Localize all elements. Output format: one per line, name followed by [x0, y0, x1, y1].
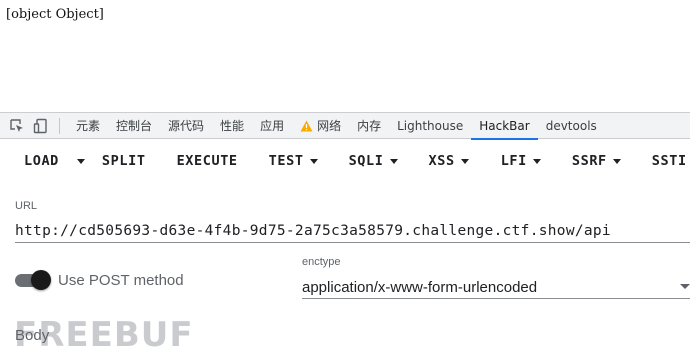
- test-menu-button[interactable]: TEST: [269, 143, 318, 179]
- tab-label: 控制台: [116, 118, 153, 133]
- chevron-down-icon: [389, 158, 398, 164]
- tab-label: 源代码: [168, 118, 205, 133]
- chevron-down-icon: [76, 158, 85, 164]
- toolbar-divider: [59, 117, 60, 134]
- xss-menu-button[interactable]: XSS: [429, 143, 469, 179]
- test-label: TEST: [268, 153, 304, 169]
- post-method-label: Use POST method: [58, 272, 184, 289]
- chevron-down-icon: [460, 158, 469, 164]
- warning-icon: [300, 120, 313, 132]
- load-button[interactable]: LOAD: [24, 143, 59, 179]
- load-menu-button[interactable]: [71, 143, 85, 179]
- lfi-label: LFI: [500, 153, 527, 169]
- tab-sources[interactable]: 源代码: [160, 113, 212, 139]
- tab-label: 应用: [260, 118, 285, 133]
- split-button[interactable]: SPLIT: [102, 143, 146, 179]
- toggle-thumb: [31, 270, 51, 290]
- lfi-menu-button[interactable]: LFI: [501, 143, 541, 179]
- url-label: URL: [15, 200, 38, 212]
- tab-performance[interactable]: 性能: [212, 113, 252, 139]
- chevron-down-icon: [612, 158, 621, 164]
- ssti-menu-button[interactable]: SSTI: [652, 143, 690, 179]
- tab-label: HackBar: [479, 118, 530, 133]
- page-output-text: [object Object]: [6, 7, 104, 22]
- tab-label: 元素: [76, 118, 101, 133]
- device-toolbar-icon[interactable]: [31, 116, 51, 136]
- chevron-down-icon: [309, 158, 318, 164]
- chevron-down-icon: [532, 158, 541, 164]
- enctype-label: enctype: [302, 256, 341, 268]
- execute-button[interactable]: EXECUTE: [177, 143, 238, 179]
- sqli-menu-button[interactable]: SQLI: [349, 143, 398, 179]
- post-method-toggle[interactable]: [15, 269, 51, 291]
- page-content: [object Object]: [0, 0, 690, 112]
- ssrf-label: SSRF: [571, 153, 607, 169]
- tab-label: 网络: [317, 118, 342, 133]
- tab-devtools[interactable]: devtools: [538, 113, 605, 139]
- tab-memory[interactable]: 内存: [349, 113, 389, 139]
- sqli-label: SQLI: [348, 153, 384, 169]
- tab-hackbar[interactable]: HackBar: [471, 113, 539, 140]
- ssrf-menu-button[interactable]: SSRF: [572, 143, 621, 179]
- url-underline: [15, 242, 690, 243]
- tab-label: Lighthouse: [397, 118, 464, 133]
- ssti-label: SSTI: [651, 153, 687, 169]
- tab-network[interactable]: 网络: [292, 113, 349, 139]
- tab-label: 性能: [220, 118, 245, 133]
- tab-label: devtools: [545, 118, 597, 133]
- devtools-tab-bar: 元素 控制台 源代码 性能 应用 网络 内存 Lighthouse HackBa…: [0, 112, 690, 140]
- enctype-value: application/x-www-form-urlencoded: [302, 278, 538, 296]
- hackbar-toolbar: LOAD SPLIT EXECUTE TEST SQLI XSS LFI SSR…: [0, 140, 690, 182]
- body-label: Body: [15, 327, 50, 344]
- url-input[interactable]: [15, 220, 690, 242]
- tab-lighthouse[interactable]: Lighthouse: [389, 113, 471, 139]
- xss-label: XSS: [428, 153, 455, 169]
- tab-label: 内存: [357, 118, 382, 133]
- inspect-element-icon[interactable]: [7, 116, 27, 136]
- tab-application[interactable]: 应用: [252, 113, 292, 139]
- enctype-select[interactable]: application/x-www-form-urlencoded: [302, 276, 690, 298]
- tab-elements[interactable]: 元素: [68, 113, 108, 139]
- chevron-down-icon: [680, 284, 690, 289]
- tab-console[interactable]: 控制台: [108, 113, 160, 139]
- enctype-underline: [302, 298, 690, 299]
